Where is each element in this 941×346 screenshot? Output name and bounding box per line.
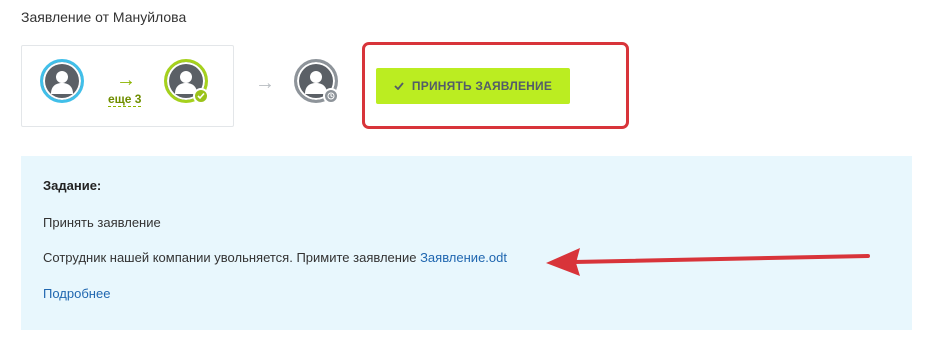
task-heading: Задание:	[43, 178, 102, 193]
clock-icon	[323, 88, 339, 104]
check-icon	[193, 88, 209, 104]
accept-application-button[interactable]: ПРИНЯТЬ ЗАЯВЛЕНИЕ	[376, 68, 570, 104]
page-title: Заявление от Мануйлова	[21, 9, 187, 25]
author-avatar[interactable]	[40, 59, 84, 103]
arrow-right-icon: →	[116, 69, 136, 91]
task-description-text: Сотрудник нашей компании увольняется. Пр…	[43, 250, 417, 265]
task-name: Принять заявление	[43, 215, 161, 230]
approver-avatar[interactable]	[164, 59, 209, 104]
details-link[interactable]: Подробнее	[43, 286, 110, 301]
annotation-arrow-icon	[546, 248, 870, 276]
more-participants-link[interactable]: еще 3	[108, 92, 142, 107]
arrow-right-icon: →	[255, 72, 275, 94]
check-icon	[394, 82, 404, 90]
current-user-avatar[interactable]	[294, 59, 339, 104]
accept-button-label: ПРИНЯТЬ ЗАЯВЛЕНИЕ	[411, 79, 553, 93]
attachment-link[interactable]: Заявление.odt	[420, 250, 507, 265]
task-description: Сотрудник нашей компании увольняется. Пр…	[43, 250, 507, 265]
user-icon	[51, 71, 73, 94]
